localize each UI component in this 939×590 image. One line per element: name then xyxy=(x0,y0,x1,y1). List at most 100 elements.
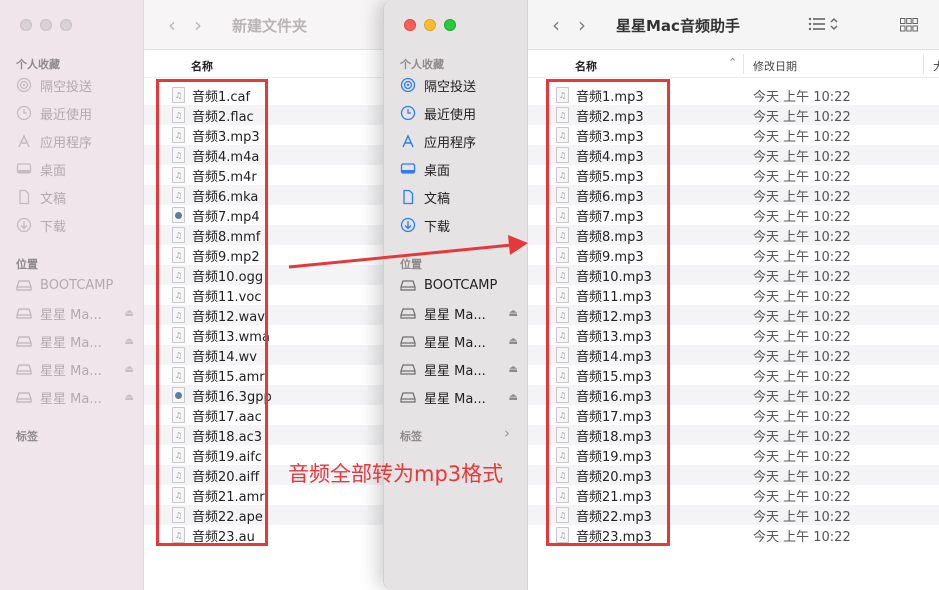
sidebar-item[interactable]: 文稿 xyxy=(400,186,450,208)
file-date: 今天 上午 10:22 xyxy=(753,229,851,245)
sidebar-location-item[interactable]: BOOTCAMP xyxy=(400,274,518,296)
nav-buttons: ‹ › xyxy=(552,14,586,36)
clock-icon xyxy=(400,105,416,121)
clock-icon xyxy=(16,105,32,121)
eject-icon[interactable]: ⏏ xyxy=(125,308,134,319)
drive-icon xyxy=(16,389,32,405)
sidebar-item-label: 桌面 xyxy=(40,163,67,179)
sidebar-item-label: 星星 Ma... xyxy=(40,391,102,407)
file-date: 今天 上午 10:22 xyxy=(753,209,851,225)
drive-icon xyxy=(400,389,416,405)
sort-chevron-icon[interactable]: ⌃ xyxy=(728,56,737,69)
forward-button[interactable]: › xyxy=(194,14,202,36)
window-title: 新建文件夹 xyxy=(232,17,308,35)
forward-button[interactable]: › xyxy=(578,14,586,36)
sidebar-location-item[interactable]: 星星 Ma... ⏏ xyxy=(400,358,518,380)
download-icon xyxy=(400,217,416,233)
sidebar-item[interactable]: 隔空投送 xyxy=(16,74,92,96)
eject-icon[interactable]: ⏏ xyxy=(509,392,518,403)
eject-icon[interactable]: ⏏ xyxy=(125,336,134,347)
sidebar-item-label: 桌面 xyxy=(424,163,451,179)
file-date: 今天 上午 10:22 xyxy=(753,489,851,505)
annotation-text: 音频全部转为mp3格式 xyxy=(288,462,504,486)
file-date: 今天 上午 10:22 xyxy=(753,149,851,165)
sidebar-item-label: 最近使用 xyxy=(424,107,477,123)
chevron-updown-icon xyxy=(830,18,838,30)
file-date: 今天 上午 10:22 xyxy=(753,249,851,265)
column-name-header[interactable]: 名称 xyxy=(191,58,213,74)
eject-icon[interactable]: ⏏ xyxy=(509,308,518,319)
close-button[interactable] xyxy=(404,19,416,31)
sidebar-item[interactable]: 桌面 xyxy=(16,158,66,180)
sidebar-item[interactable]: 最近使用 xyxy=(16,102,92,124)
window-title: 星星Mac音频助手 xyxy=(616,17,740,35)
back-button[interactable]: ‹ xyxy=(168,14,176,36)
desktop-icon xyxy=(400,161,416,177)
sidebar-item-label: 星星 Ma... xyxy=(40,363,102,379)
sidebar-item[interactable]: 桌面 xyxy=(400,158,450,180)
sidebar-item-label: 星星 Ma... xyxy=(40,307,102,323)
back-button[interactable]: ‹ xyxy=(552,14,560,36)
zoom-button[interactable] xyxy=(60,19,72,31)
sidebar-item[interactable]: 最近使用 xyxy=(400,102,476,124)
file-date: 今天 上午 10:22 xyxy=(753,309,851,325)
sidebar-location-item[interactable]: 星星 Ma... ⏏ xyxy=(16,302,134,324)
file-date: 今天 上午 10:22 xyxy=(753,369,851,385)
sidebar-location-item[interactable]: 星星 Ma... ⏏ xyxy=(400,330,518,352)
sidebar-item[interactable]: 应用程序 xyxy=(400,130,476,152)
sidebar-item-label: 应用程序 xyxy=(40,135,93,151)
desktop-icon xyxy=(16,161,32,177)
sidebar-location-item[interactable]: BOOTCAMP xyxy=(16,274,134,296)
file-date: 今天 上午 10:22 xyxy=(753,169,851,185)
column-divider[interactable] xyxy=(743,54,744,74)
sidebar-item[interactable]: 下载 xyxy=(400,214,450,236)
document-icon xyxy=(16,189,32,205)
sidebar-item[interactable]: 下载 xyxy=(16,214,66,236)
source-files-highlight xyxy=(156,79,268,546)
sidebar-location-item[interactable]: 星星 Ma... ⏏ xyxy=(400,386,518,408)
column-date-header[interactable]: 修改日期 xyxy=(753,58,797,74)
column-divider[interactable] xyxy=(923,54,924,74)
file-date: 今天 上午 10:22 xyxy=(753,329,851,345)
sidebar-item[interactable]: 隔空投送 xyxy=(400,74,476,96)
document-icon xyxy=(400,189,416,205)
sidebar-item[interactable]: 应用程序 xyxy=(16,130,92,152)
column-name-header[interactable]: 名称 xyxy=(575,58,597,74)
file-date: 今天 上午 10:22 xyxy=(753,429,851,445)
drive-icon xyxy=(16,361,32,377)
file-date: 今天 上午 10:22 xyxy=(753,529,851,545)
sidebar-item-label: BOOTCAMP xyxy=(40,277,114,293)
sidebar-item-label: 隔空投送 xyxy=(424,79,477,95)
sidebar-location-item[interactable]: 星星 Ma... ⏏ xyxy=(16,330,134,352)
file-date: 今天 上午 10:22 xyxy=(753,469,851,485)
tags-section-label: 标签 xyxy=(16,430,38,443)
eject-icon[interactable]: ⏏ xyxy=(509,364,518,375)
drive-icon xyxy=(16,333,32,349)
apps-icon xyxy=(16,133,32,149)
drive-icon xyxy=(400,333,416,349)
sidebar-location-item[interactable]: 星星 Ma... ⏏ xyxy=(400,302,518,324)
close-button[interactable] xyxy=(20,19,32,31)
eject-icon[interactable]: ⏏ xyxy=(509,336,518,347)
sidebar-location-item[interactable]: 星星 Ma... ⏏ xyxy=(16,386,134,408)
sidebar-item[interactable]: 文稿 xyxy=(16,186,66,208)
eject-icon[interactable]: ⏏ xyxy=(125,364,134,375)
grid-view-icon[interactable] xyxy=(900,17,918,36)
file-date: 今天 上午 10:22 xyxy=(753,269,851,285)
tags-chevron-icon[interactable]: › xyxy=(504,424,510,442)
minimize-button[interactable] xyxy=(40,19,52,31)
minimize-button[interactable] xyxy=(424,19,436,31)
drive-icon xyxy=(16,305,32,321)
apps-icon xyxy=(400,133,416,149)
column-header: 名称 ⌃ 修改日期 大 xyxy=(528,50,939,78)
airdrop-icon xyxy=(16,77,32,93)
sidebar-item-label: 星星 Ma... xyxy=(424,335,486,351)
sidebar-location-item[interactable]: 星星 Ma... ⏏ xyxy=(16,358,134,380)
column-size-header[interactable]: 大 xyxy=(933,58,939,74)
locations-section-label: 位置 xyxy=(400,258,422,271)
eject-icon[interactable]: ⏏ xyxy=(125,392,134,403)
drive-icon xyxy=(400,277,416,293)
favorites-section-label: 个人收藏 xyxy=(400,58,444,71)
zoom-button[interactable] xyxy=(444,19,456,31)
list-view-icon[interactable] xyxy=(808,17,838,31)
